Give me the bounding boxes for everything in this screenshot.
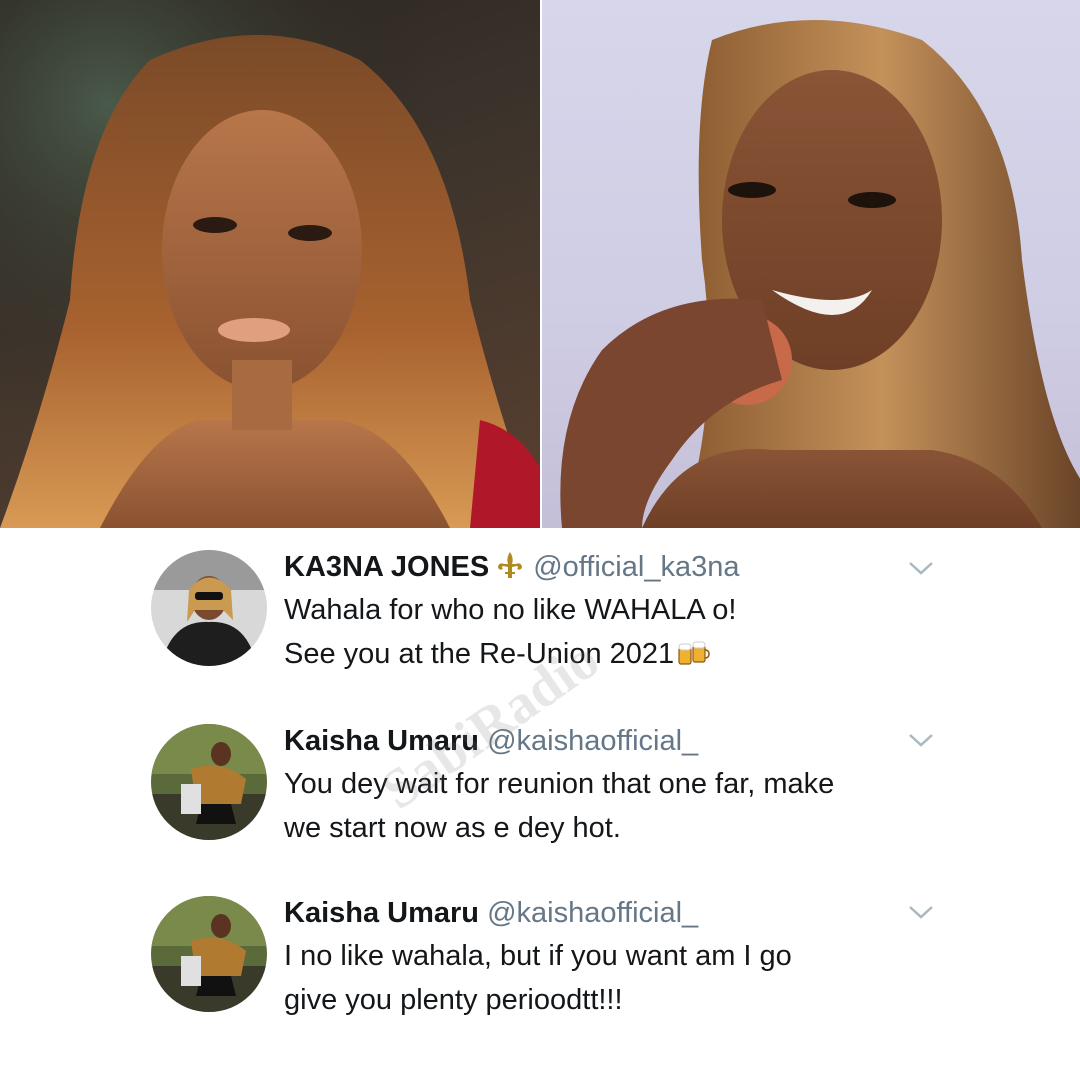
tweet-text: I no like wahala, but if you want am I g… [284,934,792,1022]
photo-collage [0,0,1080,528]
tweet-text: You dey wait for reunion that one far, m… [284,762,834,850]
tweet-line: See you at the Re-Union 2021 [284,638,675,670]
fleur-de-lis-icon [498,552,523,578]
left-portrait-photo [0,0,540,528]
author-name[interactable]: Kaisha Umaru [284,897,479,929]
beer-mugs-icon [678,641,710,665]
tweet-line: I no like wahala, but if you want am I g… [284,940,792,972]
author-name[interactable]: KA3NA JONES [284,551,489,583]
avatar[interactable] [151,896,267,1012]
author-handle[interactable]: @kaishaofficial_ [487,897,698,929]
tweet-line: give you plenty perioodtt!!! [284,984,623,1016]
avatar[interactable] [151,550,267,666]
chevron-down-icon[interactable] [906,558,936,578]
tweet-line: we start now as e dey hot. [284,812,621,844]
chevron-down-icon[interactable] [906,730,936,750]
chevron-down-icon[interactable] [906,902,936,922]
tweet-line: Wahala for who no like WAHALA o! [284,594,737,626]
tweet-text: Wahala for who no like WAHALA o! See you… [284,588,736,676]
tweet-list: KA3NA JONES @official_ka3na Wahala for wh… [0,528,1080,1080]
avatar[interactable] [151,724,267,840]
author-handle[interactable]: @official_ka3na [533,551,739,583]
tweet-line: You dey wait for reunion that one far, m… [284,768,835,800]
right-portrait-photo [542,0,1080,528]
